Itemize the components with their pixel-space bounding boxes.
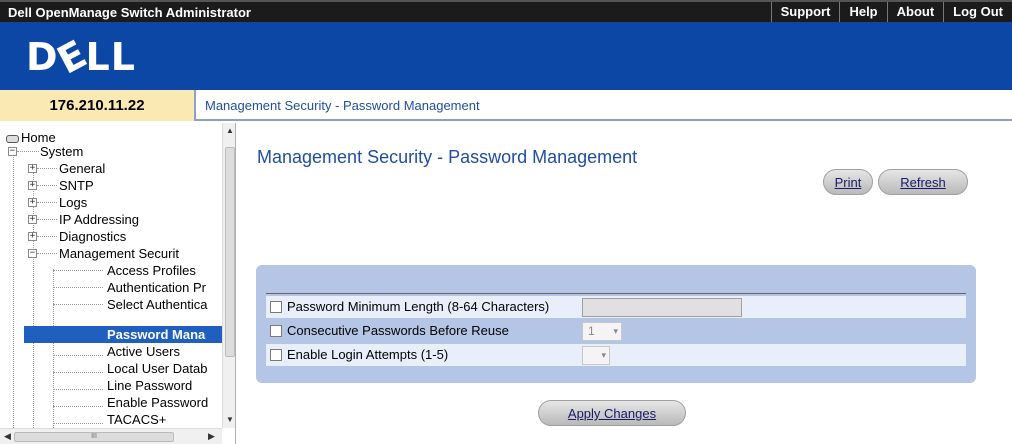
nav-item-password-management[interactable]: Password Mana: [107, 326, 205, 343]
dell-banner: DELL: [0, 22, 1012, 90]
dell-logo: DELL: [26, 31, 136, 83]
chevron-down-icon: ▾: [601, 350, 606, 360]
device-ip-address: 176.210.11.22: [0, 90, 196, 121]
nav-item-active-users[interactable]: Active Users: [107, 343, 180, 360]
help-link[interactable]: Help: [839, 2, 886, 22]
nav-item-select-authentication[interactable]: Select Authentica: [107, 296, 207, 313]
nav-item-logs[interactable]: Logs: [59, 194, 87, 211]
scroll-up-icon[interactable]: ▲: [226, 126, 234, 135]
main-content: Management Security - Password Managemen…: [237, 123, 1012, 444]
support-link[interactable]: Support: [770, 2, 840, 22]
navigation-tree: Home − System + General + SNTP + Logs + …: [0, 123, 222, 428]
info-bar: 176.210.11.22 Management Security - Pass…: [0, 90, 1012, 121]
expand-ip-addressing-icon[interactable]: +: [28, 215, 37, 224]
nav-item-general[interactable]: General: [59, 160, 105, 177]
form-divider: [266, 293, 966, 294]
nav-item-tacacs[interactable]: TACACS+: [107, 411, 166, 428]
nav-vertical-scrollbar[interactable]: ▲ ▼: [222, 123, 235, 428]
nav-item-sntp[interactable]: SNTP: [59, 177, 94, 194]
scroll-down-icon[interactable]: ▼: [226, 415, 234, 424]
top-bar: Dell OpenManage Switch Administrator Sup…: [0, 0, 1012, 22]
nav-item-system[interactable]: System: [40, 143, 83, 160]
print-button[interactable]: Print: [823, 169, 873, 195]
scroll-left-icon[interactable]: ◀: [4, 431, 11, 442]
nav-item-ip-addressing[interactable]: IP Addressing: [59, 211, 139, 228]
nav-vertical-scroll-thumb[interactable]: [225, 147, 235, 357]
app-title: Dell OpenManage Switch Administrator: [8, 5, 251, 20]
refresh-button[interactable]: Refresh: [878, 169, 968, 195]
home-icon: [6, 134, 19, 143]
apply-changes-button[interactable]: Apply Changes: [538, 400, 686, 426]
login-attempts-checkbox[interactable]: [270, 349, 282, 361]
breadcrumb: Management Security - Password Managemen…: [205, 98, 480, 113]
navigation-tree-panel: Home − System + General + SNTP + Logs + …: [0, 123, 236, 444]
expand-diagnostics-icon[interactable]: +: [28, 232, 37, 241]
min-length-input[interactable]: [582, 298, 742, 317]
expand-sntp-icon[interactable]: +: [28, 181, 37, 190]
nav-item-management-security[interactable]: Management Securit: [59, 245, 179, 262]
scroll-right-icon[interactable]: ▶: [208, 431, 215, 442]
nav-item-diagnostics[interactable]: Diagnostics: [59, 228, 126, 245]
reuse-checkbox[interactable]: [270, 325, 282, 337]
login-attempts-select[interactable]: ▾: [582, 346, 610, 365]
collapse-system-icon[interactable]: −: [8, 147, 17, 156]
login-attempts-row: Enable Login Attempts (1-5) ▾: [266, 344, 966, 366]
nav-item-access-profiles[interactable]: Access Profiles: [107, 262, 196, 279]
password-settings-form: Password Minimum Length (8-64 Characters…: [256, 265, 976, 383]
chevron-down-icon: ▾: [613, 326, 618, 336]
reuse-select[interactable]: 1 ▾: [582, 322, 622, 341]
nav-horizontal-scroll-thumb[interactable]: III: [14, 432, 174, 442]
login-attempts-label: Enable Login Attempts (1-5): [287, 347, 449, 362]
nav-horizontal-scrollbar[interactable]: ◀ III ▶: [0, 428, 222, 444]
expand-general-icon[interactable]: +: [28, 164, 37, 173]
min-length-checkbox[interactable]: [270, 301, 282, 313]
min-length-row: Password Minimum Length (8-64 Characters…: [266, 296, 966, 318]
expand-logs-icon[interactable]: +: [28, 198, 37, 207]
min-length-label: Password Minimum Length (8-64 Characters…: [287, 299, 550, 314]
page-title: Management Security - Password Managemen…: [257, 147, 638, 167]
nav-item-authentication-profiles[interactable]: Authentication Pr: [107, 279, 206, 296]
nav-item-line-password[interactable]: Line Password: [107, 377, 192, 394]
nav-item-local-user-database[interactable]: Local User Datab: [107, 360, 207, 377]
reuse-row: Consecutive Passwords Before Reuse 1 ▾: [266, 320, 966, 342]
top-links: Support Help About Log Out: [770, 2, 1012, 22]
collapse-management-security-icon[interactable]: −: [28, 249, 37, 258]
reuse-label: Consecutive Passwords Before Reuse: [287, 323, 509, 338]
logout-link[interactable]: Log Out: [943, 2, 1012, 22]
about-link[interactable]: About: [886, 2, 944, 22]
nav-item-enable-password[interactable]: Enable Password: [107, 394, 208, 411]
